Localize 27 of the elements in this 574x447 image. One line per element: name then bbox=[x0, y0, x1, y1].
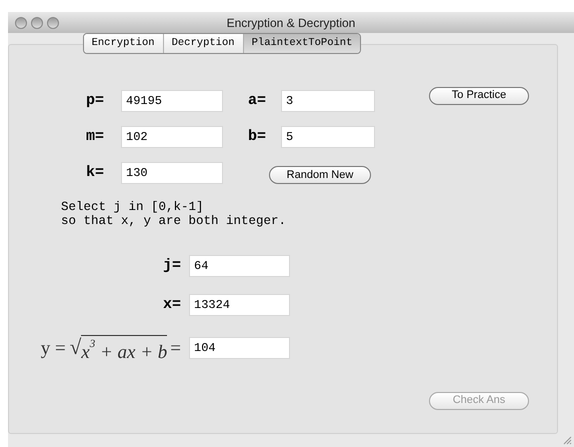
field-label: p= bbox=[86, 90, 106, 111]
field-label: x= bbox=[162, 294, 181, 314]
input-field[interactable]: 3 bbox=[281, 90, 375, 112]
input-field[interactable]: 13324 bbox=[189, 294, 290, 316]
tab[interactable]: PlaintextToPoint bbox=[242, 34, 360, 53]
to-practice-button[interactable]: To Practice bbox=[429, 86, 529, 104]
random-new-button[interactable]: Random New bbox=[269, 166, 371, 184]
input-field[interactable]: 104 bbox=[189, 336, 290, 359]
field-label: m= bbox=[86, 126, 106, 147]
field-label: k= bbox=[86, 162, 106, 183]
field-label: a= bbox=[248, 90, 268, 111]
tab[interactable]: Encryption bbox=[84, 34, 163, 53]
input-field[interactable]: 5 bbox=[281, 126, 375, 148]
tab[interactable]: Decryption bbox=[162, 34, 243, 53]
input-field[interactable]: 130 bbox=[121, 162, 223, 184]
input-field[interactable]: 64 bbox=[189, 255, 290, 278]
instruction-text: Select j in [0,k-1] so that x, y are both integer. bbox=[61, 200, 288, 228]
window-control-button[interactable] bbox=[31, 16, 43, 28]
input-field[interactable]: 102 bbox=[121, 126, 223, 148]
window-control-button[interactable] bbox=[47, 16, 59, 28]
window-title: Encryption & Decryption bbox=[226, 14, 356, 32]
field-label: j= bbox=[162, 256, 181, 276]
resize-grip-icon[interactable] bbox=[562, 435, 572, 445]
field-label: b= bbox=[248, 126, 268, 147]
window-control-button[interactable] bbox=[15, 16, 27, 28]
formula: y = √x$^{3}$ + ax + b= bbox=[40, 334, 181, 364]
input-field[interactable]: 49195 bbox=[121, 90, 223, 112]
